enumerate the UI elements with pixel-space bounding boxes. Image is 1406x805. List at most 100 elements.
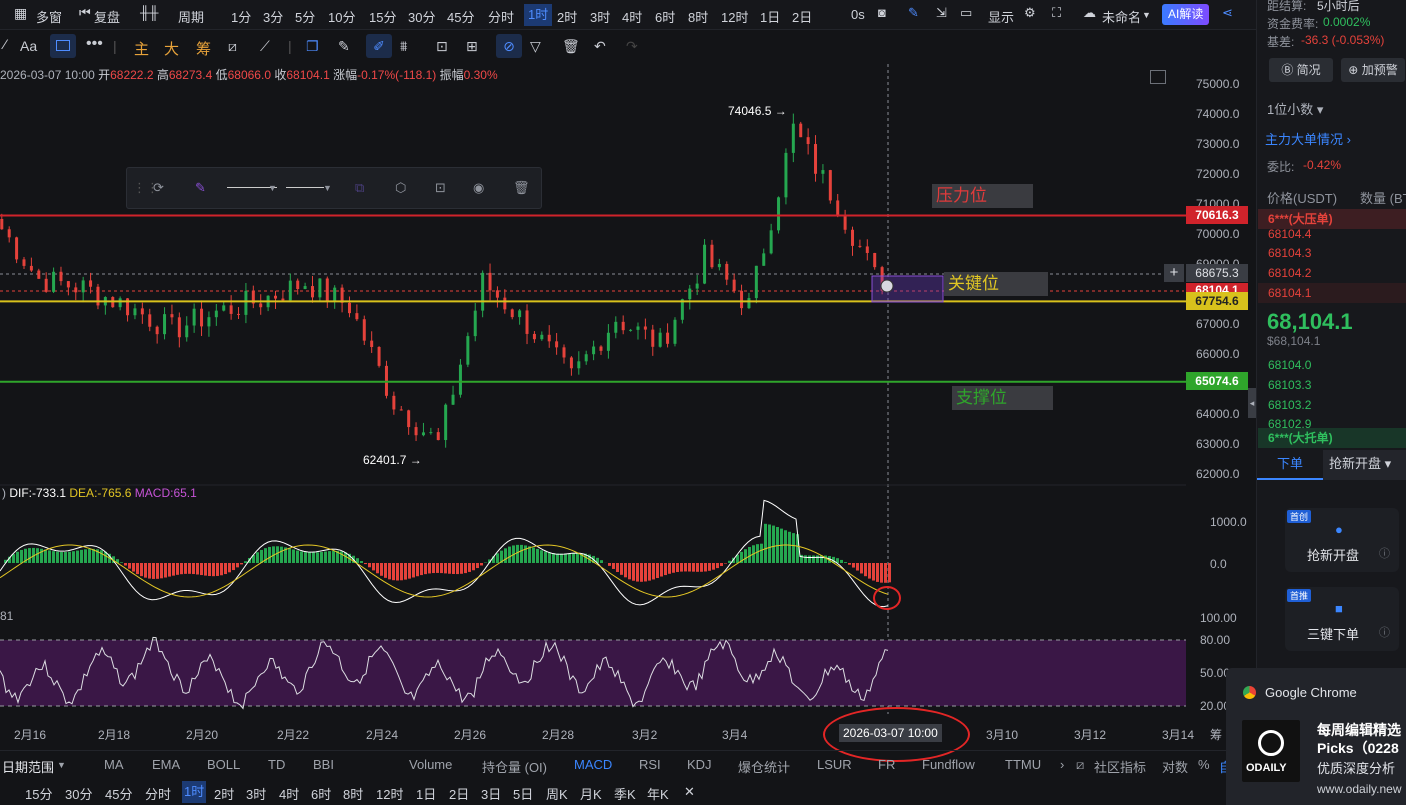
timeframe-option[interactable]: 4时 bbox=[279, 784, 299, 803]
crosshair-icon[interactable]: ⁄ bbox=[4, 36, 6, 52]
candle-type-icon[interactable]: ╫╫ bbox=[140, 5, 158, 20]
lock-icon[interactable]: ⊡ bbox=[436, 38, 448, 55]
timeframe-option[interactable]: 12时 bbox=[376, 784, 403, 803]
big-bid-row[interactable]: 6***(大托单) bbox=[1258, 428, 1406, 448]
settings-icon[interactable]: ⚙ bbox=[1024, 5, 1036, 21]
timeframe-option[interactable]: 分时 bbox=[145, 784, 171, 803]
indicator-9[interactable]: RSI bbox=[639, 757, 661, 772]
indicator-18[interactable]: % bbox=[1198, 757, 1210, 772]
timeframe-30分[interactable]: 30分 bbox=[408, 7, 435, 26]
add-alert-icon[interactable]: + bbox=[1164, 264, 1184, 282]
trash-icon[interactable]: 🗑 bbox=[513, 180, 530, 196]
timeframe-option[interactable]: 月K bbox=[580, 784, 602, 803]
magnet-tool-button[interactable]: ⊘ bbox=[496, 34, 522, 58]
chips-button[interactable]: 筹 bbox=[196, 38, 211, 59]
period-button[interactable]: 周期 bbox=[178, 7, 204, 26]
timeframe-6时[interactable]: 6时 bbox=[655, 7, 675, 26]
close-icon[interactable]: ✕ bbox=[684, 784, 695, 800]
rectangle-tool-button[interactable] bbox=[50, 34, 76, 58]
tab-grab-open[interactable]: 抢新开盘 ▾ bbox=[1323, 450, 1406, 480]
indicator-3[interactable]: BOLL bbox=[207, 757, 240, 772]
indicator-0[interactable]: 日期范围 bbox=[2, 757, 54, 776]
layout-name[interactable]: 未命名 bbox=[1102, 7, 1141, 26]
edit-indicator-icon[interactable]: ⧄ bbox=[1076, 757, 1084, 773]
indicator-6[interactable]: Volume bbox=[409, 757, 452, 772]
timeframe-option[interactable]: 5日 bbox=[513, 784, 533, 803]
measure-icon[interactable]: ⟋ bbox=[260, 38, 270, 55]
timeframe-45分[interactable]: 45分 bbox=[447, 7, 474, 26]
timeframe-option[interactable]: 2时 bbox=[214, 784, 234, 803]
fullscreen-icon[interactable]: ⛶ bbox=[1052, 5, 1061, 21]
screen-icon[interactable]: ▭ bbox=[960, 5, 972, 21]
percent-icon[interactable]: ⧄ bbox=[228, 38, 237, 55]
chrome-notification[interactable]: Google Chrome ODAILY 每周编辑精选 Picks（0228 优… bbox=[1226, 668, 1406, 805]
grid-icon[interactable]: ▦ bbox=[14, 5, 27, 22]
ask-row[interactable]: 68104.2 bbox=[1258, 263, 1406, 283]
ask-row[interactable]: 68104.1 bbox=[1258, 283, 1406, 303]
timeframe-分时[interactable]: 分时 bbox=[488, 7, 514, 26]
timeframe-10分[interactable]: 10分 bbox=[328, 7, 355, 26]
text-tool-button[interactable]: Aa bbox=[20, 38, 37, 54]
delete-icon[interactable]: 🗑 bbox=[562, 38, 580, 55]
cloud-icon[interactable]: ☁ bbox=[1083, 5, 1096, 21]
eye-icon[interactable]: ◉ bbox=[473, 180, 484, 196]
timeframe-option[interactable]: 3日 bbox=[481, 784, 501, 803]
indicator-13[interactable]: FR bbox=[878, 757, 895, 772]
bid-row[interactable]: 68103.2 bbox=[1258, 395, 1406, 415]
timeframe-option[interactable]: 30分 bbox=[65, 784, 92, 803]
pencil-icon[interactable]: ✎ bbox=[908, 5, 919, 21]
indicator-5[interactable]: BBI bbox=[313, 757, 334, 772]
timeframe-option[interactable]: 8时 bbox=[343, 784, 363, 803]
filter-icon[interactable]: ▽ bbox=[530, 38, 541, 55]
indicator-15[interactable]: TTMU bbox=[1005, 757, 1041, 772]
indicator-17[interactable]: 对数 bbox=[1162, 757, 1188, 776]
ruler-icon[interactable]: ✎ bbox=[338, 38, 350, 55]
tab-order[interactable]: 下单 bbox=[1257, 450, 1323, 480]
fill-color-icon[interactable]: ⧉ bbox=[355, 180, 364, 196]
fullscreen-icon[interactable] bbox=[1150, 70, 1166, 84]
help-icon[interactable]: ⓘ bbox=[1379, 624, 1390, 640]
settings-icon[interactable]: ⬡ bbox=[395, 180, 406, 196]
timeframe-1日[interactable]: 1日 bbox=[760, 7, 780, 26]
undo-icon[interactable]: ↶ bbox=[594, 38, 606, 55]
share-icon[interactable]: ⋖ bbox=[1222, 5, 1233, 21]
support-level-label[interactable]: 支撑位 bbox=[952, 386, 1053, 410]
timeframe-option[interactable]: 1日 bbox=[416, 784, 436, 803]
pressure-level-label[interactable]: 压力位 bbox=[932, 184, 1033, 208]
timeframe-option[interactable]: 1时 bbox=[182, 781, 207, 803]
timeframe-option[interactable]: 季K bbox=[614, 784, 636, 803]
timeframe-5分[interactable]: 5分 bbox=[295, 7, 315, 26]
timeframe-option[interactable]: 15分 bbox=[25, 784, 52, 803]
indicator-14[interactable]: Fundflow bbox=[922, 757, 975, 772]
timeframe-1时[interactable]: 1时 bbox=[524, 4, 553, 26]
line-style-select[interactable] bbox=[286, 187, 324, 188]
decimals-select[interactable]: 1位小数 ▾ bbox=[1267, 99, 1323, 118]
grab-open-card[interactable]: 首创 ● 抢新开盘 ⓘ bbox=[1285, 508, 1399, 572]
more-tools-button[interactable]: ••• bbox=[86, 35, 103, 53]
timeframe-12时[interactable]: 12时 bbox=[721, 7, 748, 26]
camera-icon[interactable]: ◙ bbox=[878, 5, 886, 20]
edit-icon[interactable]: ⊞ bbox=[466, 38, 478, 55]
indicator-8[interactable]: MACD bbox=[574, 757, 612, 772]
brief-button[interactable]: Ⓑ 简况 bbox=[1269, 58, 1333, 82]
indicator-12[interactable]: LSUR bbox=[817, 757, 852, 772]
ask-row[interactable]: 68104.4 bbox=[1258, 224, 1406, 244]
timeframe-15分[interactable]: 15分 bbox=[369, 7, 396, 26]
timeframe-3时[interactable]: 3时 bbox=[590, 7, 610, 26]
replay-button[interactable]: 复盘 bbox=[94, 7, 120, 26]
indicator-11[interactable]: 爆仓统计 bbox=[738, 757, 790, 776]
bid-row[interactable]: 68102.9 bbox=[1258, 414, 1406, 428]
lock-icon[interactable]: ⊡ bbox=[435, 180, 446, 196]
help-icon[interactable]: ⓘ bbox=[1379, 545, 1390, 561]
key-level-label[interactable]: 关键位 bbox=[944, 272, 1048, 296]
timeframe-2日[interactable]: 2日 bbox=[792, 7, 812, 26]
big-orders-link[interactable]: 主力大单情况 › bbox=[1265, 129, 1351, 148]
template-icon[interactable]: ⟳ bbox=[153, 180, 164, 196]
bid-row[interactable]: 68103.3 bbox=[1258, 375, 1406, 395]
pattern-icon[interactable]: ⩩ bbox=[400, 38, 407, 55]
export-icon[interactable]: ⇲ bbox=[936, 5, 947, 21]
pen-tool-button[interactable]: ✐ bbox=[366, 34, 392, 58]
timeframe-2时[interactable]: 2时 bbox=[557, 7, 577, 26]
timeframe-option[interactable]: 6时 bbox=[311, 784, 331, 803]
indicator-1[interactable]: MA bbox=[104, 757, 124, 772]
